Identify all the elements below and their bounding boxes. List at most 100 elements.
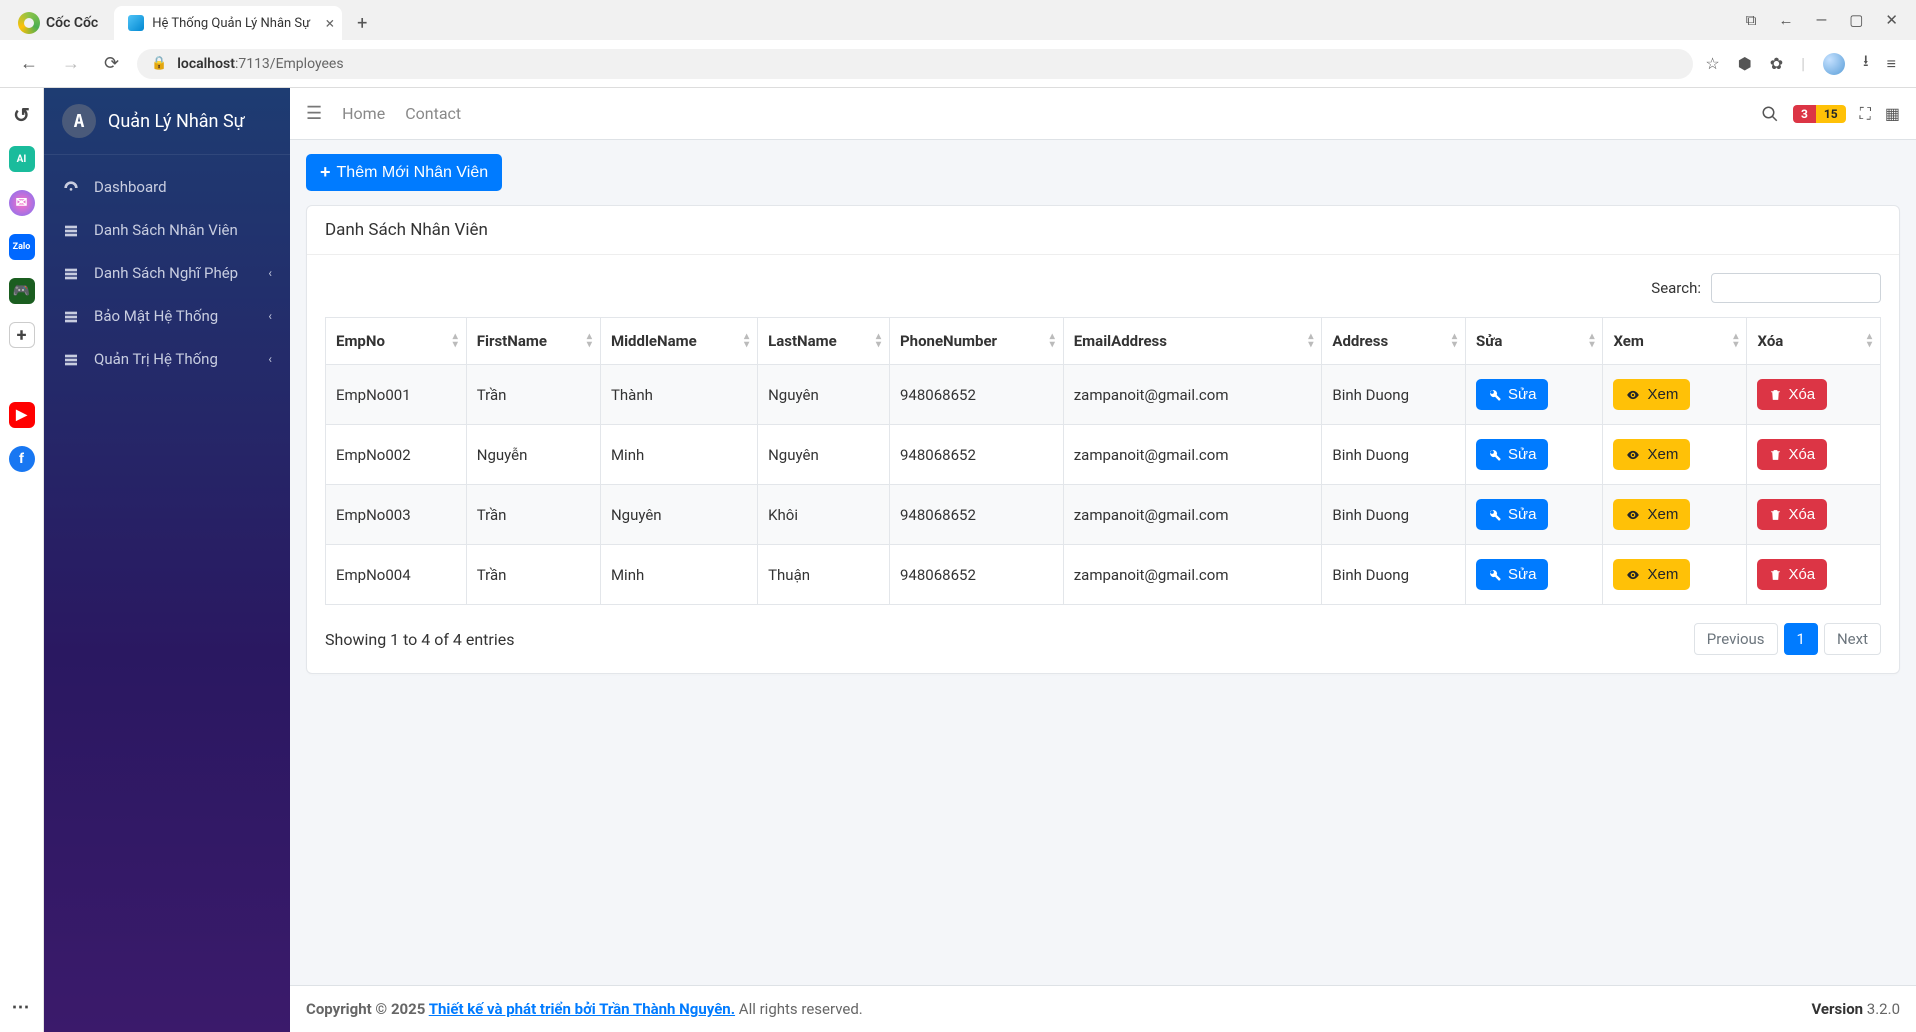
col-lastname[interactable]: LastName▴▾ [758, 318, 890, 365]
star-icon[interactable]: ☆ [1705, 54, 1719, 73]
cell-last: Khôi [758, 485, 890, 545]
ai-icon[interactable]: AI [9, 146, 35, 172]
table-row: EmpNo002 Nguyễn Minh Nguyên 948068652 za… [326, 425, 1881, 485]
notification-badges[interactable]: 3 15 [1793, 105, 1846, 123]
nav-contact[interactable]: Contact [405, 104, 461, 123]
search-icon[interactable] [1761, 103, 1779, 124]
delete-button[interactable]: Xóa [1757, 379, 1827, 410]
messenger-icon[interactable]: ✉ [9, 190, 35, 216]
wrench-icon [1488, 566, 1502, 583]
edit-button[interactable]: Sửa [1476, 379, 1548, 410]
col-sửa[interactable]: Sửa▴▾ [1466, 318, 1603, 365]
app-sidebar: A Quản Lý Nhân Sự DashboardDanh Sách Nhâ… [44, 88, 290, 1032]
edit-button[interactable]: Sửa [1476, 499, 1548, 530]
sidebar-item-admin[interactable]: Quản Trị Hệ Thống‹ [44, 337, 290, 380]
add-ext-icon[interactable]: + [9, 322, 35, 348]
sort-icon: ▴▾ [744, 333, 749, 349]
table-info: Showing 1 to 4 of 4 entries [325, 630, 514, 649]
search-input[interactable] [1711, 273, 1881, 303]
maximize-icon[interactable]: ▢ [1849, 11, 1863, 29]
chevron-left-icon: ‹ [268, 309, 272, 323]
extension-icon[interactable]: ✿ [1770, 54, 1783, 73]
wrench-icon [1488, 506, 1502, 523]
view-button[interactable]: Xem [1613, 439, 1690, 470]
view-button[interactable]: Xem [1613, 559, 1690, 590]
sidebar-item-label: Bảo Mật Hệ Thống [94, 307, 218, 325]
minimize-icon[interactable]: — [1816, 11, 1828, 29]
wrench-icon [1488, 386, 1502, 403]
new-tab-button[interactable]: + [348, 9, 376, 37]
footer-copyright: Copyright © 2025 [306, 1000, 429, 1018]
extension-sidebar: ↺ AI ✉ Zalo 🎮 + ▶ f ⋯ [0, 88, 44, 1032]
col-xóa[interactable]: Xóa▴▾ [1747, 318, 1881, 365]
view-button[interactable]: Xem [1613, 379, 1690, 410]
youtube-icon[interactable]: ▶ [9, 402, 35, 428]
cell-last: Thuận [758, 545, 890, 605]
nav-back-button[interactable]: ← [14, 53, 44, 74]
delete-button[interactable]: Xóa [1757, 559, 1827, 590]
close-tab-icon[interactable]: × [326, 14, 335, 33]
nav-icon [62, 349, 80, 368]
more-ext-icon[interactable]: ⋯ [9, 994, 35, 1020]
page-prev[interactable]: Previous [1694, 623, 1778, 655]
sidebar-item-dashboard[interactable]: Dashboard [44, 165, 290, 208]
history-icon[interactable]: ↺ [9, 102, 35, 128]
nav-home[interactable]: Home [342, 104, 385, 123]
nav-icon [62, 177, 80, 196]
download-icon[interactable]: ⭳ [1863, 50, 1869, 77]
cell-empno: EmpNo003 [326, 485, 467, 545]
col-middlename[interactable]: MiddleName▴▾ [600, 318, 757, 365]
browser-chrome: Cốc Cốc Hệ Thống Quản Lý Nhân Sự × + ⧉ ←… [0, 0, 1916, 88]
footer-link[interactable]: Thiết kế và phát triển bởi Trần Thành Ng… [429, 1000, 735, 1018]
zalo-icon[interactable]: Zalo [9, 234, 35, 260]
fullscreen-icon[interactable]: ⛶ [1860, 104, 1871, 124]
col-address[interactable]: Address▴▾ [1322, 318, 1466, 365]
page-next[interactable]: Next [1824, 623, 1881, 655]
tab-favicon [128, 15, 144, 31]
shield-icon[interactable]: ⬢ [1738, 54, 1752, 73]
back-icon[interactable]: ← [1779, 11, 1794, 29]
sidebar-item-security[interactable]: Bảo Mật Hệ Thống ‹ [44, 294, 290, 337]
page-1[interactable]: 1 [1784, 623, 1818, 655]
cell-phone: 948068652 [890, 425, 1064, 485]
view-button[interactable]: Xem [1613, 499, 1690, 530]
eye-icon [1625, 386, 1641, 403]
edit-button[interactable]: Sửa [1476, 439, 1548, 470]
wrench-icon [1488, 446, 1502, 463]
cell-phone: 948068652 [890, 545, 1064, 605]
table-row: EmpNo001 Trần Thành Nguyên 948068652 zam… [326, 365, 1881, 425]
hamburger-icon[interactable]: ☰ [306, 103, 322, 124]
sidebar-item-employees[interactable]: Danh Sách Nhân Viên [44, 208, 290, 251]
cell-address: Binh Duong [1322, 425, 1466, 485]
address-bar[interactable]: 🔒 localhost:7113/Employees [137, 49, 1693, 79]
col-firstname[interactable]: FirstName▴▾ [466, 318, 600, 365]
nav-reload-button[interactable]: ⟳ [98, 53, 125, 74]
lock-icon: 🔒 [151, 56, 167, 71]
nav-forward-button[interactable]: → [56, 53, 86, 74]
sidebar-item-label: Quản Trị Hệ Thống [94, 350, 218, 368]
delete-button[interactable]: Xóa [1757, 499, 1827, 530]
badge-count-yellow: 15 [1816, 105, 1846, 123]
col-emailaddress[interactable]: EmailAddress▴▾ [1063, 318, 1322, 365]
browser-tab[interactable]: Hệ Thống Quản Lý Nhân Sự × [114, 6, 342, 40]
facebook-icon[interactable]: f [9, 446, 35, 472]
cell-address: Binh Duong [1322, 365, 1466, 425]
version-number: 3.2.0 [1863, 1000, 1900, 1018]
close-window-icon[interactable]: ✕ [1885, 11, 1898, 29]
sidebar-item-leaves[interactable]: Danh Sách Nghĩ Phép‹ [44, 251, 290, 294]
menu-icon[interactable]: ≡ [1887, 54, 1896, 74]
app-brand[interactable]: A Quản Lý Nhân Sự [44, 88, 290, 155]
grid-icon[interactable]: ▦ [1885, 104, 1900, 123]
sidepanel-icon[interactable]: ⧉ [1746, 11, 1757, 29]
col-phonenumber[interactable]: PhoneNumber▴▾ [890, 318, 1064, 365]
cell-middle: Nguyên [600, 485, 757, 545]
col-empno[interactable]: EmpNo▴▾ [326, 318, 467, 365]
edit-button[interactable]: Sửa [1476, 559, 1548, 590]
profile-avatar[interactable] [1823, 53, 1845, 75]
cell-first: Nguyễn [466, 425, 600, 485]
col-xem[interactable]: Xem▴▾ [1603, 318, 1747, 365]
game-icon[interactable]: 🎮 [9, 278, 35, 304]
add-employee-button[interactable]: + Thêm Mới Nhân Viên [306, 154, 502, 191]
delete-button[interactable]: Xóa [1757, 439, 1827, 470]
nav-icon [62, 306, 80, 325]
